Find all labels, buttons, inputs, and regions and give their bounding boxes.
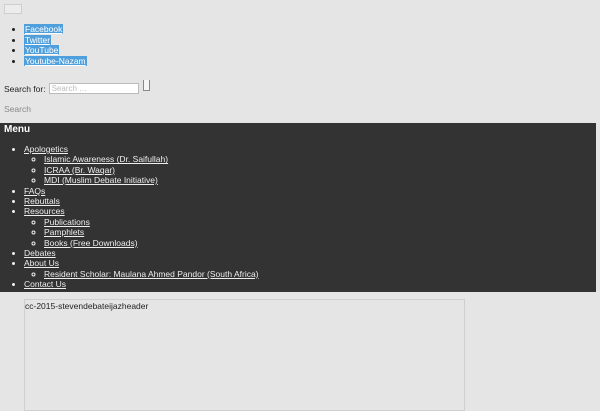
social-links: Facebook Twitter YouTube Youtube-Nazam	[4, 24, 87, 66]
facebook-link[interactable]: Facebook	[24, 24, 64, 34]
social-item-facebook: Facebook	[24, 24, 87, 35]
menu-list: Apologetics Islamic Awareness (Dr. Saifu…	[24, 144, 259, 290]
menu-title: Menu	[4, 124, 31, 135]
header-image-alt-text: cc-2015-stevendebateijazheader	[25, 301, 149, 311]
menu-item-debates: Debates	[24, 248, 259, 258]
menu-link-faqs[interactable]: FAQs	[24, 186, 45, 196]
menu-link-icraa[interactable]: ICRAA (Br. Waqar)	[44, 165, 115, 175]
submenu-resources: Publications Pamphlets Books (Free Downl…	[24, 217, 259, 248]
search-submit-button[interactable]: Search	[4, 104, 31, 114]
menu-link-about-us[interactable]: About Us	[24, 258, 59, 268]
header-image: cc-2015-stevendebateijazheader	[24, 299, 465, 411]
menu-link-debates[interactable]: Debates	[24, 248, 56, 258]
menu-toggle-button[interactable]	[4, 4, 22, 14]
menu-link-mdi[interactable]: MDI (Muslim Debate Initiative)	[44, 175, 158, 185]
menu-link-publications[interactable]: Publications	[44, 217, 90, 227]
search-submit-small-button[interactable]	[142, 80, 150, 91]
menu-link-contact-us[interactable]: Contact Us	[24, 279, 66, 289]
menu-link-resident-scholar[interactable]: Resident Scholar: Maulana Ahmed Pandor (…	[44, 269, 259, 279]
menu-link-islamic-awareness[interactable]: Islamic Awareness (Dr. Saifullah)	[44, 154, 168, 164]
submenu-item: Pamphlets	[44, 227, 259, 237]
submenu-item: Resident Scholar: Maulana Ahmed Pandor (…	[44, 269, 259, 279]
search-form: Search for:	[4, 80, 150, 94]
submenu-item: Publications	[44, 217, 259, 227]
submenu-about-us: Resident Scholar: Maulana Ahmed Pandor (…	[24, 269, 259, 279]
menu-link-resources[interactable]: Resources	[24, 206, 65, 216]
submenu-item: Books (Free Downloads)	[44, 238, 259, 248]
search-label: Search for:	[4, 83, 46, 94]
menu-link-books[interactable]: Books (Free Downloads)	[44, 238, 138, 248]
menu-link-rebuttals[interactable]: Rebuttals	[24, 196, 60, 206]
menu-link-pamphlets[interactable]: Pamphlets	[44, 227, 84, 237]
menu-item-contact-us: Contact Us	[24, 279, 259, 289]
search-input[interactable]	[48, 83, 139, 94]
submenu-item: ICRAA (Br. Waqar)	[44, 165, 259, 175]
menu-item-resources: Resources Publications Pamphlets Books (…	[24, 206, 259, 248]
submenu-item: MDI (Muslim Debate Initiative)	[44, 175, 259, 185]
main-menu: Menu Apologetics Islamic Awareness (Dr. …	[0, 123, 596, 292]
menu-item-apologetics: Apologetics Islamic Awareness (Dr. Saifu…	[24, 144, 259, 186]
social-item-twitter: Twitter	[24, 34, 87, 46]
submenu-apologetics: Islamic Awareness (Dr. Saifullah) ICRAA …	[24, 154, 259, 185]
menu-item-rebuttals: Rebuttals	[24, 196, 259, 206]
submenu-item: Islamic Awareness (Dr. Saifullah)	[44, 154, 259, 164]
youtube-nazam-link[interactable]: Youtube-Nazam	[24, 55, 87, 66]
youtube-link[interactable]: YouTube	[24, 45, 60, 55]
menu-item-faqs: FAQs	[24, 186, 259, 196]
social-item-youtube: YouTube	[24, 45, 87, 56]
menu-link-apologetics[interactable]: Apologetics	[24, 144, 68, 154]
twitter-link[interactable]: Twitter	[24, 34, 52, 45]
social-item-youtube-nazam: Youtube-Nazam	[24, 55, 87, 67]
menu-item-about-us: About Us Resident Scholar: Maulana Ahmed…	[24, 258, 259, 279]
